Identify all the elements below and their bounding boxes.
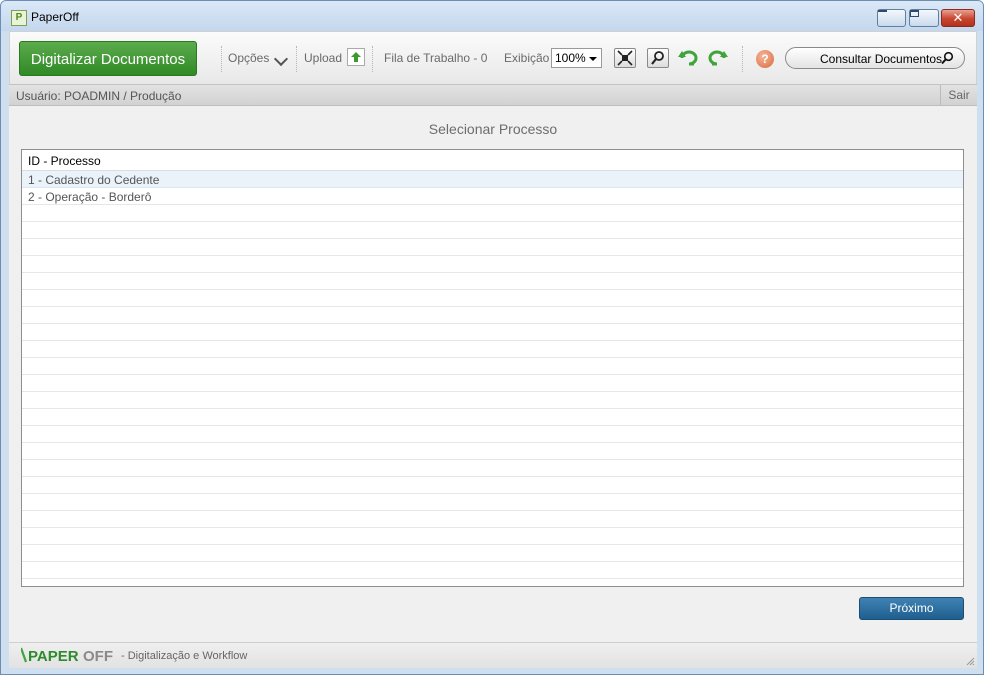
table-row[interactable]: 2 - Operação - Borderô [22, 188, 963, 205]
work-queue-label[interactable]: Fila de Trabalho - 0 [384, 51, 487, 65]
maximize-button[interactable] [909, 9, 939, 27]
toolbar: Digitalizar Documentos Opções Upload Fil… [9, 31, 977, 84]
footer: PAPER OFF - Digitalização e Workflow [9, 642, 977, 668]
upload-icon[interactable] [347, 48, 365, 66]
fit-screen-icon [617, 50, 633, 66]
logout-button[interactable]: Sair [940, 85, 977, 105]
app-logo-icon: P [11, 10, 27, 26]
table-header[interactable]: ID - Processo [22, 150, 963, 171]
window-title: PaperOff [31, 10, 79, 24]
search-documents-button[interactable]: Consultar Documentos [785, 47, 965, 69]
title-bar[interactable]: P PaperOff ✕ [1, 1, 983, 31]
toolbar-divider [372, 46, 373, 72]
magnifier-icon [651, 51, 664, 65]
logo-text-main: PAPER [28, 648, 79, 664]
resize-grip-icon[interactable] [965, 656, 975, 666]
table-row[interactable]: 1 - Cadastro do Cedente [22, 171, 963, 188]
user-info: Usuário: POADMIN / Produção [16, 89, 182, 103]
toolbar-divider [742, 46, 743, 72]
app-window: P PaperOff ✕ Digitalizar Documentos Opçõ… [0, 0, 984, 675]
zoom-value: 100% [555, 51, 586, 65]
scan-documents-button[interactable]: Digitalizar Documentos [19, 41, 197, 76]
options-menu[interactable]: Opções [228, 51, 269, 65]
table-body: 1 - Cadastro do Cedente 2 - Operação - B… [22, 171, 963, 586]
paperoff-logo: PAPER OFF [21, 647, 113, 664]
close-icon: ✕ [952, 11, 964, 26]
zoom-button[interactable] [647, 48, 669, 68]
page-title: Selecionar Processo [428, 121, 558, 137]
view-label: Exibição [504, 51, 550, 65]
rotate-left-icon[interactable] [678, 49, 700, 67]
main-panel: Selecionar Processo ID - Processo 1 - Ca… [9, 106, 977, 642]
close-button[interactable]: ✕ [941, 9, 975, 27]
process-table[interactable]: ID - Processo 1 - Cadastro do Cedente 2 … [21, 149, 964, 587]
zoom-select[interactable]: 100% [551, 48, 602, 68]
search-documents-label: Consultar Documentos [820, 52, 943, 66]
row-label: 2 - Operação - Borderô [28, 190, 152, 204]
minimize-button[interactable] [877, 9, 906, 27]
minimize-icon [878, 10, 887, 12]
maximize-icon [910, 10, 919, 17]
next-button[interactable]: Próximo [859, 597, 964, 620]
rotate-right-icon[interactable] [706, 49, 728, 67]
dropdown-arrow-icon [589, 57, 597, 61]
search-icon [941, 51, 954, 65]
column-header-id-process[interactable]: ID - Processo [28, 154, 101, 168]
chevron-down-icon[interactable] [273, 51, 289, 67]
footer-tagline: - Digitalização e Workflow [121, 650, 248, 662]
help-icon[interactable]: ? [756, 50, 774, 68]
row-label: 1 - Cadastro do Cedente [28, 173, 160, 187]
logo-text-accent: OFF [83, 648, 113, 664]
toolbar-divider [221, 46, 222, 72]
toolbar-divider [296, 46, 297, 72]
upload-label[interactable]: Upload [304, 51, 342, 65]
fit-to-window-button[interactable] [614, 48, 636, 68]
status-bar: Usuário: POADMIN / Produção Sair [9, 84, 977, 106]
